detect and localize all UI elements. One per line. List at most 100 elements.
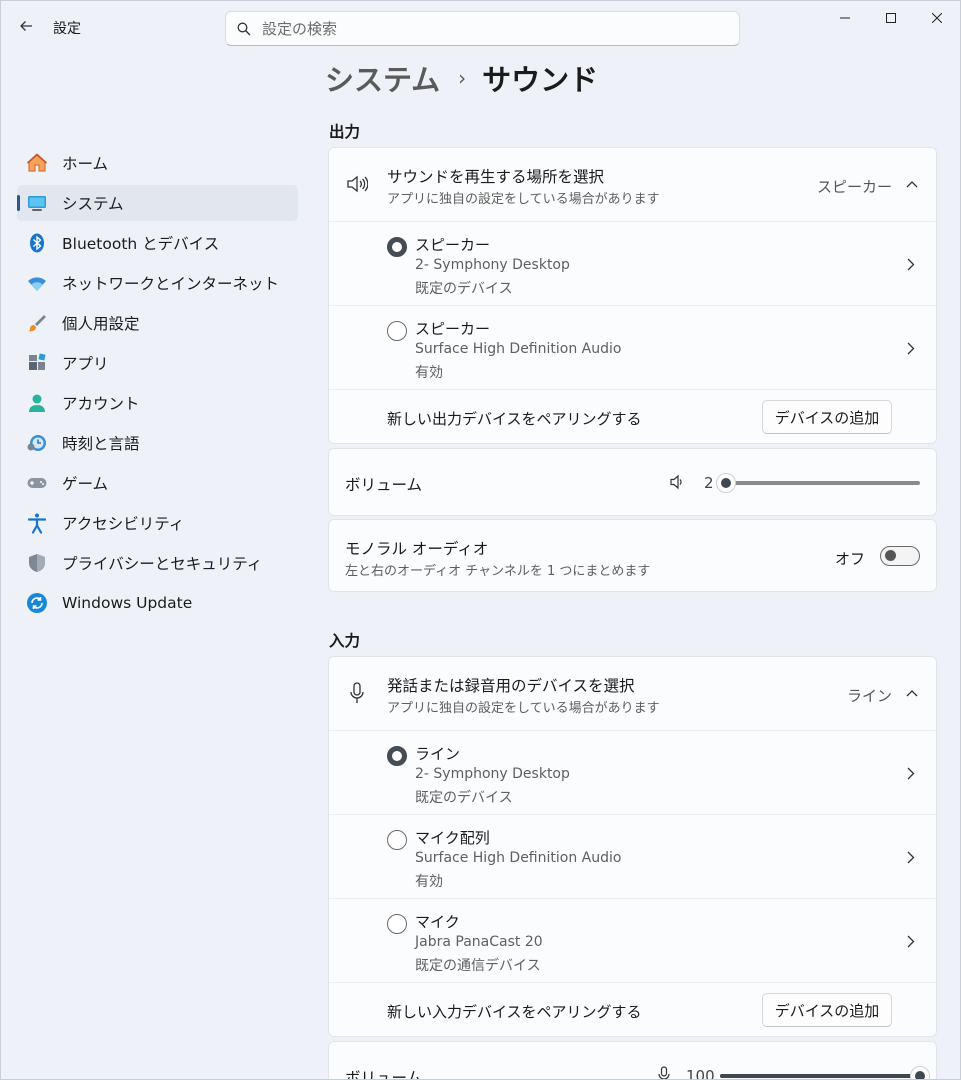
breadcrumb-parent[interactable]: システム: [325, 57, 440, 99]
gamepad-icon: [26, 472, 48, 494]
sidebar-item-label: ホーム: [62, 155, 109, 173]
radio-unselected[interactable]: [387, 914, 407, 934]
search-box[interactable]: [225, 11, 740, 46]
device-name: マイク配列: [415, 829, 490, 847]
search-input[interactable]: [262, 19, 722, 38]
volume-low-icon[interactable]: [668, 473, 686, 491]
back-arrow-icon: [20, 21, 32, 31]
device-status: 有効: [415, 874, 443, 890]
sidebar-item-privacy[interactable]: プライバシーとセキュリティ: [17, 545, 298, 581]
device-description: 2- Symphony Desktop: [415, 257, 570, 273]
sidebar-item-label: アプリ: [62, 355, 109, 373]
wifi-icon: [26, 272, 48, 294]
device-status: 既定の通信デバイス: [415, 958, 541, 974]
sidebar-item-time-language[interactable]: 時刻と言語: [17, 425, 298, 461]
breadcrumb: システム › サウンド: [325, 57, 598, 99]
chevron-right-icon[interactable]: [904, 340, 918, 356]
input-volume-label: ボリューム: [345, 1069, 423, 1080]
output-device-row[interactable]: スピーカー Surface High Definition Audio 有効: [329, 305, 936, 389]
home-icon: [26, 152, 48, 174]
radio-unselected[interactable]: [387, 321, 407, 341]
input-device-row[interactable]: マイク配列 Surface High Definition Audio 有効: [329, 814, 936, 898]
add-input-device-button[interactable]: デバイスの追加: [762, 993, 892, 1027]
output-pair-row: 新しい出力デバイスをペアリングする デバイスの追加: [329, 389, 936, 444]
microphone-icon[interactable]: [655, 1066, 673, 1079]
mono-audio-card: モノラル オーディオ 左と右のオーディオ チャンネルを 1 つにまとめます オフ: [328, 519, 937, 592]
output-selected-value: スピーカー: [816, 178, 892, 196]
close-icon: [932, 13, 942, 23]
radio-unselected[interactable]: [387, 830, 407, 850]
minimize-button[interactable]: [822, 1, 868, 35]
sidebar-item-apps[interactable]: アプリ: [17, 345, 298, 381]
sidebar-item-network[interactable]: ネットワークとインターネット: [17, 265, 298, 301]
device-name: スピーカー: [415, 320, 491, 338]
device-name: マイク: [415, 913, 460, 931]
apps-icon: [26, 352, 48, 374]
radio-selected[interactable]: [387, 746, 407, 766]
chevron-right-icon[interactable]: [904, 933, 918, 949]
output-volume-value: 2: [704, 474, 714, 492]
maximize-button[interactable]: [868, 1, 914, 35]
sidebar-item-label: ゲーム: [62, 475, 109, 493]
update-icon: [26, 592, 48, 614]
close-button[interactable]: [914, 1, 960, 35]
sidebar-item-system[interactable]: システム: [17, 185, 298, 221]
shield-icon: [26, 552, 48, 574]
maximize-icon: [886, 13, 896, 23]
device-description: 2- Symphony Desktop: [415, 766, 570, 782]
output-volume-card: ボリューム 2: [328, 448, 937, 516]
chevron-right-icon[interactable]: [904, 849, 918, 865]
sidebar-item-bluetooth[interactable]: Bluetooth とデバイス: [17, 225, 298, 261]
sidebar-item-label: アカウント: [62, 395, 140, 413]
input-device-header[interactable]: 発話または録音用のデバイスを選択 アプリに独自の設定をしている場合があります ラ…: [329, 657, 936, 730]
input-volume-slider-thumb[interactable]: [910, 1066, 930, 1079]
window-controls: [822, 1, 960, 35]
app-title: 設定: [53, 21, 81, 37]
input-volume-card: ボリューム 100: [328, 1041, 937, 1080]
sidebar-item-personalization[interactable]: 個人用設定: [17, 305, 298, 341]
device-name: ライン: [415, 745, 461, 763]
system-icon: [26, 192, 48, 214]
device-name: スピーカー: [415, 236, 491, 254]
device-description: Surface High Definition Audio: [415, 850, 622, 866]
mono-audio-subtitle: 左と右のオーディオ チャンネルを 1 つにまとめます: [345, 564, 651, 579]
output-volume-slider-thumb[interactable]: [716, 473, 736, 493]
input-header-title: 発話または録音用のデバイスを選択: [387, 677, 635, 695]
sidebar-nav: ホーム システム Bluetooth とデバイス ネットワークとインターネット …: [17, 145, 298, 625]
mono-audio-toggle[interactable]: [880, 546, 920, 566]
minimize-icon: [840, 17, 850, 19]
chevron-up-icon[interactable]: [904, 176, 920, 192]
sidebar-item-home[interactable]: ホーム: [17, 145, 298, 181]
sidebar-item-accounts[interactable]: アカウント: [17, 385, 298, 421]
microphone-icon: [345, 681, 369, 705]
output-header-title: サウンドを再生する場所を選択: [387, 168, 605, 186]
add-output-device-button[interactable]: デバイスの追加: [762, 400, 892, 434]
output-volume-track[interactable]: [722, 481, 920, 485]
chevron-right-icon[interactable]: [904, 256, 918, 272]
back-button[interactable]: [13, 13, 39, 39]
device-description: Surface High Definition Audio: [415, 341, 622, 357]
sidebar-item-label: 時刻と言語: [62, 435, 140, 453]
output-device-header[interactable]: サウンドを再生する場所を選択 アプリに独自の設定をしている場合があります スピー…: [329, 148, 936, 221]
sidebar-item-label: プライバシーとセキュリティ: [62, 555, 263, 573]
brush-icon: [26, 312, 48, 334]
input-pair-row: 新しい入力デバイスをペアリングする デバイスの追加: [329, 982, 936, 1037]
output-header-subtitle: アプリに独自の設定をしている場合があります: [387, 192, 660, 207]
breadcrumb-separator-icon: ›: [458, 66, 467, 90]
search-icon: [226, 22, 262, 36]
sidebar-item-accessibility[interactable]: アクセシビリティ: [17, 505, 298, 541]
output-device-card: サウンドを再生する場所を選択 アプリに独自の設定をしている場合があります スピー…: [328, 147, 937, 444]
input-section-title: 入力: [329, 632, 361, 650]
sidebar-item-gaming[interactable]: ゲーム: [17, 465, 298, 501]
sidebar-item-windows-update[interactable]: Windows Update: [17, 585, 298, 621]
radio-selected[interactable]: [387, 237, 407, 257]
input-volume-value: 100: [686, 1067, 715, 1080]
chevron-up-icon[interactable]: [904, 685, 920, 701]
input-device-row[interactable]: ライン 2- Symphony Desktop 既定のデバイス: [329, 730, 936, 814]
mono-audio-state: オフ: [834, 550, 865, 568]
output-device-row[interactable]: スピーカー 2- Symphony Desktop 既定のデバイス: [329, 221, 936, 305]
chevron-right-icon[interactable]: [904, 765, 918, 781]
pair-input-label: 新しい入力デバイスをペアリングする: [387, 1003, 642, 1021]
device-description: Jabra PanaCast 20: [415, 934, 543, 950]
input-device-row[interactable]: マイク Jabra PanaCast 20 既定の通信デバイス: [329, 898, 936, 982]
